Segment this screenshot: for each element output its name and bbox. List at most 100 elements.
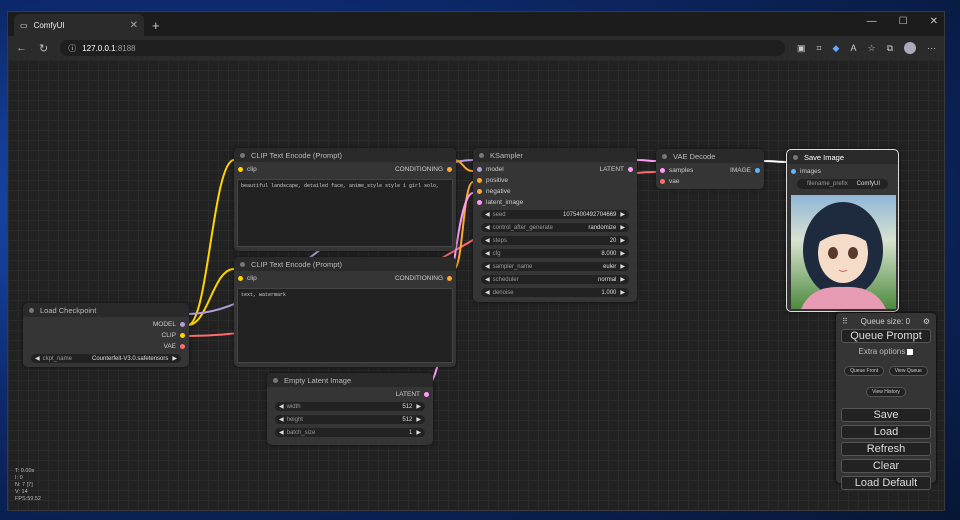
widget-denoise[interactable]: ◀ denoise 1.000 ▶ xyxy=(481,288,629,297)
latent-output-slot[interactable]: LATENT xyxy=(600,166,633,173)
view-queue-button[interactable]: View Queue xyxy=(888,366,928,376)
node-title: Empty Latent Image xyxy=(284,375,352,385)
clip-text-encode-negative[interactable]: CLIP Text Encode (Prompt) clip CONDITION… xyxy=(234,257,456,367)
widget-filename-prefix[interactable]: filename_prefix ComfyUI xyxy=(797,179,888,189)
widget-ckpt-name[interactable]: ◀ ckpt_name Counterfeit-V3.0.safetensors ▶ xyxy=(31,354,181,363)
queue-panel: ⠿ Queue size: 0 ⚙ Queue Prompt Extra opt… xyxy=(836,313,936,490)
widget-sampler-name[interactable]: ◀ sampler_name euler ▶ xyxy=(481,262,629,271)
extra-options-checkbox[interactable] xyxy=(907,348,914,355)
widget-seed[interactable]: ◀ seed 1075400492704669 ▶ xyxy=(481,210,629,219)
image-output-slot[interactable]: IMAGE xyxy=(730,167,760,174)
minimize-icon[interactable]: — xyxy=(867,16,877,27)
prompt-textarea[interactable]: beautiful landscape, detailed face, anim… xyxy=(237,179,453,247)
view-history-button[interactable]: View History xyxy=(866,387,906,397)
samples-input-slot[interactable]: samples xyxy=(660,167,693,174)
vae-decode-node[interactable]: VAE Decode samples vae IMAGE xyxy=(656,149,764,189)
clip-input-slot[interactable]: clip xyxy=(238,166,257,173)
widget-value: 1 xyxy=(409,429,413,436)
clip-input-slot[interactable]: clip xyxy=(238,275,257,282)
browser-tab[interactable]: ▭ ComfyUI ✕ xyxy=(14,14,144,36)
model-output-slot[interactable]: MODEL xyxy=(153,321,185,328)
conditioning-output-slot[interactable]: CONDITIONING xyxy=(395,166,452,173)
load-default-button[interactable]: Load Default xyxy=(841,476,931,490)
close-window-icon[interactable]: ✕ xyxy=(930,16,938,27)
settings-gear-icon[interactable]: ⚙ xyxy=(923,317,930,326)
widget-name: denoise xyxy=(492,289,514,296)
node-collapse-dot[interactable] xyxy=(29,307,34,313)
stat-nodes: N: 7 [7] xyxy=(15,482,33,488)
latent-image-input-slot[interactable]: latent_image xyxy=(477,199,523,206)
node-collapse-dot[interactable] xyxy=(662,153,667,159)
info-icon[interactable]: ⓘ xyxy=(68,43,76,54)
extra-options-row: Extra options xyxy=(840,347,932,356)
slot-label: LATENT xyxy=(395,391,420,398)
negative-input-slot[interactable]: negative xyxy=(477,188,511,195)
window-controls: — ☐ ✕ xyxy=(867,16,938,27)
widget-name: height xyxy=(286,416,303,423)
slot-label: MODEL xyxy=(152,321,176,328)
widget-scheduler[interactable]: ◀ scheduler normal ▶ xyxy=(481,275,629,284)
prompt-textarea[interactable]: text, watermark xyxy=(237,288,453,363)
empty-latent-image-node[interactable]: Empty Latent Image LATENT ◀ width 512 ▶ ◀ he… xyxy=(267,373,433,445)
widget-value: normal xyxy=(598,276,617,283)
load-button[interactable]: Load xyxy=(841,425,931,439)
widget-height[interactable]: ◀ height 512 ▶ xyxy=(275,415,425,424)
extension-icon[interactable]: ◆ xyxy=(833,43,840,54)
generated-image-preview[interactable] xyxy=(791,195,896,309)
positive-input-slot[interactable]: positive xyxy=(477,177,508,184)
graph-canvas[interactable]: CLIP Text Encode (Prompt) clip CONDITION… xyxy=(8,60,944,510)
vae-output-slot[interactable]: VAE xyxy=(163,343,185,350)
more-icon[interactable]: ⋯ xyxy=(927,43,936,54)
browser-toolbar: ▣ ⌗ ◆ A ☆ ⧉ ⋯ xyxy=(797,42,936,54)
node-collapse-dot[interactable] xyxy=(793,154,798,160)
ksampler-node[interactable]: KSampler model positive negative latent_… xyxy=(473,148,637,302)
url-field[interactable]: ⓘ 127.0.0.1:8188 xyxy=(60,40,785,56)
new-tab-button[interactable]: + xyxy=(152,18,160,33)
clear-button[interactable]: Clear xyxy=(841,459,931,473)
collections-icon[interactable]: ⧉ xyxy=(887,43,893,54)
queue-prompt-button[interactable]: Queue Prompt xyxy=(841,329,931,343)
widget-name: control_after_generate xyxy=(492,224,553,231)
vae-input-slot[interactable]: vae xyxy=(660,178,679,185)
widget-value: ComfyUI xyxy=(856,181,880,187)
refresh-icon[interactable]: ↻ xyxy=(39,42,48,55)
browser-window: ▭ ComfyUI ✕ + — ☐ ✕ ← ↻ ⓘ 127.0.0.1:8188… xyxy=(7,11,945,511)
latent-output-slot[interactable]: LATENT xyxy=(396,391,429,398)
widget-cfg[interactable]: ◀ cfg 8.000 ▶ xyxy=(481,249,629,258)
slot-label: IMAGE xyxy=(730,167,751,174)
widget-steps[interactable]: ◀ steps 20 ▶ xyxy=(481,236,629,245)
read-aloud-icon[interactable]: A xyxy=(850,43,856,53)
conditioning-output-slot[interactable]: CONDITIONING xyxy=(395,275,452,282)
screenshot-icon[interactable]: ⌗ xyxy=(816,43,821,54)
profile-avatar[interactable] xyxy=(904,42,916,54)
node-collapse-dot[interactable] xyxy=(240,152,245,158)
maximize-icon[interactable]: ☐ xyxy=(899,16,908,27)
stat-time: T: 0.00s xyxy=(15,468,35,474)
clip-output-slot[interactable]: CLIP xyxy=(162,332,185,339)
images-input-slot[interactable]: images xyxy=(791,168,821,175)
model-input-slot[interactable]: model xyxy=(477,166,504,173)
slot-label: images xyxy=(800,168,821,175)
node-collapse-dot[interactable] xyxy=(273,377,278,383)
widget-control-after-generate[interactable]: ◀ control_after_generate randomize ▶ xyxy=(481,223,629,232)
app-available-icon[interactable]: ▣ xyxy=(797,43,806,54)
widget-batch-size[interactable]: ◀ batch_size 1 ▶ xyxy=(275,428,425,437)
save-image-node[interactable]: Save Image images filename_prefix ComfyUI xyxy=(786,149,899,312)
queue-small-buttons: Queue Front View Queue xyxy=(840,359,932,377)
queue-front-button[interactable]: Queue Front xyxy=(844,366,885,376)
close-tab-icon[interactable]: ✕ xyxy=(130,20,138,31)
save-button[interactable]: Save xyxy=(841,408,931,422)
widget-name: seed xyxy=(492,211,506,218)
back-icon[interactable]: ← xyxy=(16,42,27,54)
wire-clip-1 xyxy=(187,159,235,326)
widget-width[interactable]: ◀ width 512 ▶ xyxy=(275,402,425,411)
favorite-icon[interactable]: ☆ xyxy=(867,43,875,54)
node-collapse-dot[interactable] xyxy=(479,152,484,158)
slot-label: model xyxy=(486,166,504,173)
widget-name: width xyxy=(286,403,301,410)
clip-text-encode-positive[interactable]: CLIP Text Encode (Prompt) clip CONDITION… xyxy=(234,148,456,251)
node-collapse-dot[interactable] xyxy=(240,261,245,267)
drag-handle-icon[interactable]: ⠿ xyxy=(842,317,848,326)
refresh-button[interactable]: Refresh xyxy=(841,442,931,456)
load-checkpoint-node[interactable]: Load Checkpoint MODEL CLIP VAE ◀ ckpt_nam… xyxy=(23,303,189,367)
